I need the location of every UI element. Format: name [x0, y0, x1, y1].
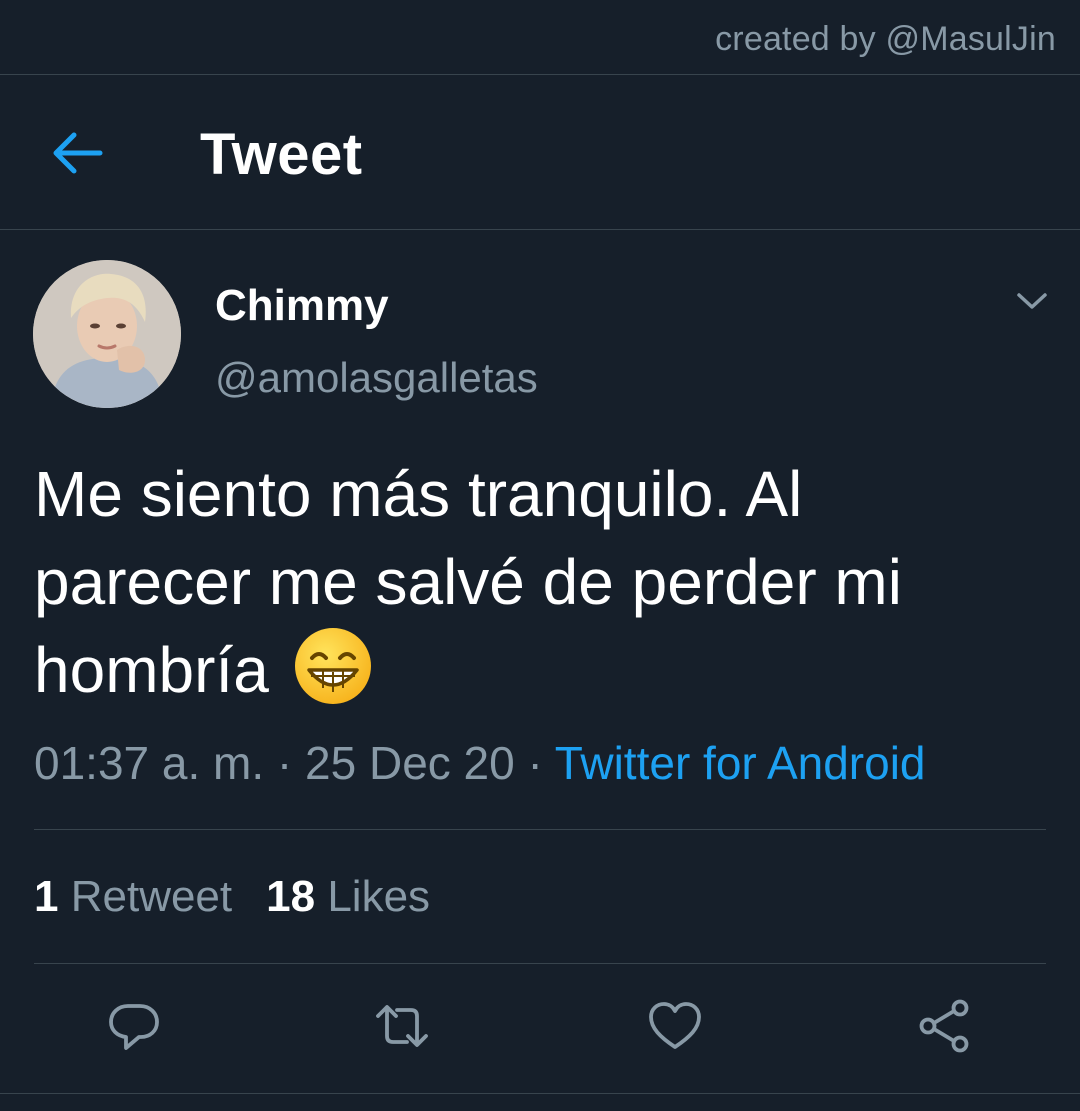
tweet-text-line: Me siento más tranquilo. Al	[34, 458, 803, 530]
tweet-stats: 1 Retweet 18 Likes	[34, 872, 430, 922]
tweet-options-button[interactable]	[1014, 286, 1050, 316]
reply-button[interactable]	[106, 998, 162, 1054]
tweet-metadata: 01:37 a. m. · 25 Dec 20 · Twitter for An…	[34, 736, 926, 790]
like-button[interactable]	[647, 998, 703, 1054]
author-display-name[interactable]: Chimmy	[215, 281, 389, 331]
divider	[0, 1093, 1080, 1094]
divider	[0, 74, 1080, 75]
share-button[interactable]	[917, 998, 973, 1054]
like-heart-icon	[649, 1002, 701, 1049]
chevron-down-icon	[1017, 293, 1047, 309]
watermark-credit: created by @MasulJin	[715, 20, 1056, 58]
retweets-count: 1	[34, 872, 59, 921]
author-handle[interactable]: @amolasgalletas	[215, 354, 538, 402]
tweet-source-link[interactable]: Twitter for Android	[555, 737, 926, 789]
likes-label: Likes	[327, 872, 431, 921]
tweet-text: Me siento más tranquilo. Al parecer me s…	[34, 450, 1044, 714]
avatar[interactable]	[33, 260, 181, 408]
user-avatar-photo	[33, 260, 181, 408]
retweets-stat[interactable]: 1 Retweet	[34, 872, 232, 921]
arrow-left-icon	[53, 132, 103, 174]
grinning-face-with-smiling-eyes-icon	[293, 626, 373, 706]
meta-separator: ·	[276, 737, 293, 789]
retweets-label: Retweet	[70, 872, 233, 921]
tweet-text-line-content: hombría	[34, 634, 269, 706]
divider	[34, 829, 1046, 830]
page-title: Tweet	[200, 122, 363, 187]
retweet-button[interactable]	[374, 998, 430, 1054]
divider	[34, 963, 1046, 964]
likes-count: 18	[266, 872, 316, 921]
likes-stat[interactable]: 18 Likes	[266, 872, 430, 921]
meta-separator: ·	[527, 737, 543, 789]
share-icon	[919, 999, 969, 1053]
tweet-date: 25 Dec 20	[305, 737, 515, 789]
back-button[interactable]	[52, 130, 104, 176]
tweet-text-line: parecer me salvé de perder mi	[34, 546, 902, 618]
reply-icon	[109, 1004, 159, 1050]
tweet-time: 01:37 a. m.	[34, 737, 265, 789]
divider	[0, 229, 1080, 230]
retweet-icon	[376, 1005, 428, 1047]
tweet-text-line: hombría	[34, 626, 1044, 714]
